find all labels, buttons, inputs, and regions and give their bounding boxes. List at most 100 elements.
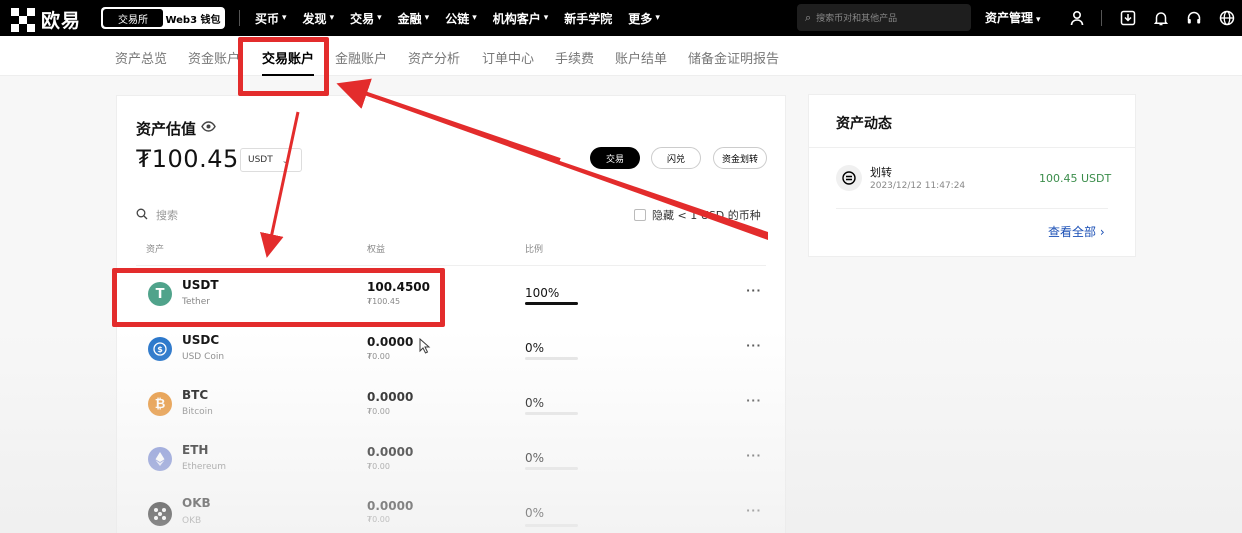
ratio-value: 0% (525, 341, 545, 355)
download-icon[interactable] (1118, 8, 1138, 28)
currency-select[interactable]: USDT ⌄ (240, 148, 302, 172)
equity-value: 0.0000 (367, 445, 414, 459)
tab-funding-account[interactable]: 资金账户 (188, 48, 240, 67)
tab-asset-overview[interactable]: 资产总览 (115, 48, 167, 67)
divider (808, 147, 1136, 148)
ratio-bar (525, 524, 578, 527)
ratio-bar (525, 357, 578, 360)
nav-label: 更多 (628, 11, 653, 26)
global-search-input[interactable]: ⌕ 搜索币对和其他产品 (797, 4, 971, 31)
equity-fiat: ₮0.00 (367, 515, 390, 524)
more-actions-button[interactable]: ··· (746, 449, 762, 462)
ratio-bar (525, 302, 578, 305)
tab-fees[interactable]: 手续费 (555, 48, 594, 67)
valuation-title-text: 资产估值 (136, 120, 197, 138)
more-actions-button[interactable]: ··· (746, 504, 762, 517)
nav-buy-crypto[interactable]: 买币 ▾ (255, 10, 287, 27)
hide-small-checkbox[interactable] (634, 209, 646, 221)
nav-label: 新手学院 (564, 11, 613, 26)
chevron-down-icon: ▾ (543, 13, 549, 23)
equity-fiat: ₮0.00 (367, 462, 390, 471)
asset-symbol: OKB (182, 496, 211, 510)
divider (239, 10, 240, 26)
more-actions-button[interactable]: ··· (746, 394, 762, 407)
tether-icon: T (148, 282, 172, 306)
trade-button[interactable]: 交易 (590, 147, 640, 169)
exchange-tab[interactable]: 交易所 (103, 9, 163, 27)
ratio-value: 0% (525, 396, 545, 410)
hide-small-balances[interactable]: 隐藏 < 1 USD 的币种 (634, 207, 761, 223)
nav-finance[interactable]: 金融 ▾ (398, 10, 430, 27)
convert-button[interactable]: 闪兑 (651, 147, 701, 169)
asset-name: Ethereum (182, 462, 226, 472)
asset-name: OKB (182, 516, 202, 526)
equity-value: 100.4500 (367, 280, 431, 294)
tab-proof-of-reserves[interactable]: 储备金证明报告 (688, 48, 779, 67)
transfer-button[interactable]: 资金划转 (713, 147, 767, 169)
tab-asset-analysis[interactable]: 资产分析 (408, 48, 460, 67)
asset-management-menu[interactable]: 资产管理 ▾ (985, 9, 1041, 26)
divider (836, 208, 1108, 209)
column-header-asset: 资产 (146, 245, 165, 255)
more-actions-button[interactable]: ··· (746, 284, 762, 297)
bell-icon[interactable] (1151, 8, 1171, 28)
user-icon[interactable] (1067, 8, 1087, 28)
search-placeholder: 搜索币对和其他产品 (816, 14, 898, 24)
nav-institutional[interactable]: 机构客户 ▾ (493, 10, 549, 27)
nav-trade[interactable]: 交易 ▾ (350, 10, 382, 27)
svg-text:$: $ (157, 345, 163, 354)
nav-label: 金融 (397, 11, 422, 26)
see-all-link[interactable]: 查看全部 › (1048, 223, 1105, 240)
table-row[interactable]: ETH Ethereum 0.0000 ₮0.00 0% ··· (136, 431, 766, 486)
usdc-icon: $ (148, 337, 172, 361)
chevron-down-icon: ▾ (377, 13, 382, 23)
nav-learn[interactable]: 新手学院 (564, 10, 612, 27)
bitcoin-icon: ₿ (148, 392, 172, 416)
ratio-value: 0% (525, 451, 545, 465)
equity-value: 0.0000 (367, 390, 414, 404)
asset-symbol: USDT (182, 278, 219, 292)
asset-symbol: ETH (182, 443, 209, 457)
chevron-down-icon: ▾ (472, 13, 477, 23)
chevron-down-icon: ▾ (655, 13, 660, 23)
mouse-cursor-icon (419, 337, 431, 358)
activity-title: 资产动态 (836, 116, 892, 132)
asset-search-input[interactable]: 搜索 (136, 207, 178, 223)
headset-icon[interactable] (1184, 8, 1204, 28)
table-row[interactable]: OKB OKB 0.0000 ₮0.00 0% ··· (136, 486, 766, 533)
globe-icon[interactable] (1217, 8, 1237, 28)
search-icon: ⌕ (805, 10, 812, 24)
ethereum-icon (148, 447, 172, 471)
nav-chain[interactable]: 公链 ▾ (445, 10, 477, 27)
ratio-value: 100% (525, 286, 560, 300)
ratio-value: 0% (525, 506, 545, 520)
exchange-wallet-switch: 交易所 Web3 钱包 (101, 7, 225, 29)
chevron-down-icon: ▾ (1036, 15, 1041, 25)
nav-label: 买币 (255, 11, 280, 26)
eye-icon[interactable] (201, 121, 216, 136)
table-row[interactable]: T USDT Tether 100.4500 ₮100.45 100% ··· (136, 266, 766, 321)
activity-time: 2023/12/12 11:47:24 (870, 181, 966, 191)
okb-icon (148, 502, 172, 526)
asset-search-placeholder: 搜索 (156, 209, 178, 222)
tab-trading-account[interactable]: 交易账户 (262, 48, 314, 67)
web3-wallet-tab[interactable]: Web3 钱包 (163, 9, 223, 27)
equity-fiat: ₮0.00 (367, 352, 390, 361)
table-row[interactable]: ₿ BTC Bitcoin 0.0000 ₮0.00 0% ··· (136, 376, 766, 431)
column-header-equity: 权益 (367, 245, 386, 255)
equity-fiat: ₮100.45 (367, 297, 401, 306)
tab-order-center[interactable]: 订单中心 (482, 48, 534, 67)
more-actions-button[interactable]: ··· (746, 339, 762, 352)
chevron-down-icon: ▾ (424, 13, 430, 23)
logo-text: 欧易 (41, 10, 82, 32)
nav-discover[interactable]: 发现 ▾ (303, 10, 335, 27)
nav-label: 发现 (302, 11, 327, 26)
tab-statements[interactable]: 账户结单 (615, 48, 667, 67)
tab-finance-account[interactable]: 金融账户 (335, 48, 387, 67)
table-row[interactable]: $ USDC USD Coin 0.0000 ₮0.00 0% ··· (136, 321, 766, 376)
ratio-bar (525, 467, 578, 470)
logo[interactable]: 欧易 (11, 6, 81, 33)
column-header-ratio: 比例 (525, 245, 544, 255)
transfer-icon (836, 165, 862, 191)
nav-more[interactable]: 更多 ▾ (628, 10, 660, 27)
